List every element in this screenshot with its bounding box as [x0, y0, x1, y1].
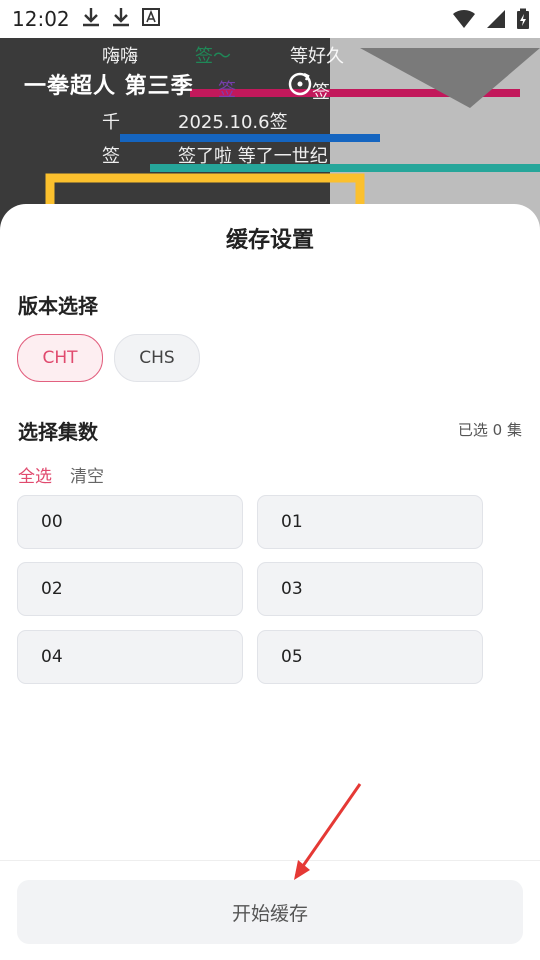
download-icon: [113, 8, 129, 27]
sheet-title: 缓存设置: [225, 228, 314, 253]
version-chip-cht[interactable]: CHT: [17, 334, 103, 382]
episode-label-text: 05: [281, 647, 303, 667]
clear-link[interactable]: 清空: [70, 462, 104, 487]
status-bar: 12:02: [0, 0, 540, 38]
download-icon: [83, 8, 99, 27]
video-title: 一拳超人 第三季: [24, 74, 194, 99]
episode-label-text: 01: [281, 512, 303, 532]
divider: [0, 860, 540, 861]
danmaku: 签: [312, 82, 330, 103]
episode-item-02[interactable]: 02: [17, 562, 243, 616]
selected-count: 已选 0 集: [457, 421, 522, 439]
episode-label-text: 04: [41, 647, 63, 667]
refresh-icon[interactable]: [286, 70, 314, 98]
danmaku: 等好久: [290, 46, 344, 67]
episode-item-04[interactable]: 04: [17, 630, 243, 684]
episode-label-text: 02: [41, 579, 63, 599]
episode-label-text: 03: [281, 579, 303, 599]
episode-item-01[interactable]: 01: [257, 495, 483, 549]
font-icon: [142, 8, 160, 26]
episode-label: 选择集数: [18, 420, 98, 444]
signal-icon: [487, 10, 505, 28]
episode-item-03[interactable]: 03: [257, 562, 483, 616]
danmaku: 签: [218, 80, 236, 101]
version-label: 版本选择: [18, 294, 98, 318]
status-time: 12:02: [12, 7, 70, 31]
danmaku: 千: [102, 112, 120, 133]
battery-charging-icon: [517, 8, 529, 29]
cache-settings-sheet: 缓存设置 版本选择 CHT CHS 选择集数 已选 0 集 全选 清空 00 0…: [0, 204, 540, 960]
danmaku: 2025.10.6签: [178, 112, 288, 133]
start-cache-button[interactable]: 开始缓存: [17, 880, 523, 944]
select-all-link[interactable]: 全选: [18, 462, 52, 487]
annotation-arrow-icon: [294, 783, 362, 880]
episode-item-00[interactable]: 00: [17, 495, 243, 549]
episode-item-05[interactable]: 05: [257, 630, 483, 684]
wifi-icon: [453, 9, 475, 28]
danmaku: 嗨嗨: [102, 46, 138, 67]
danmaku: 签: [102, 146, 120, 167]
episode-label-text: 00: [41, 512, 63, 532]
danmaku: 签～: [195, 46, 231, 67]
danmaku: 签了啦 等了一世纪: [178, 146, 328, 167]
version-chip-chs[interactable]: CHS: [114, 334, 200, 382]
